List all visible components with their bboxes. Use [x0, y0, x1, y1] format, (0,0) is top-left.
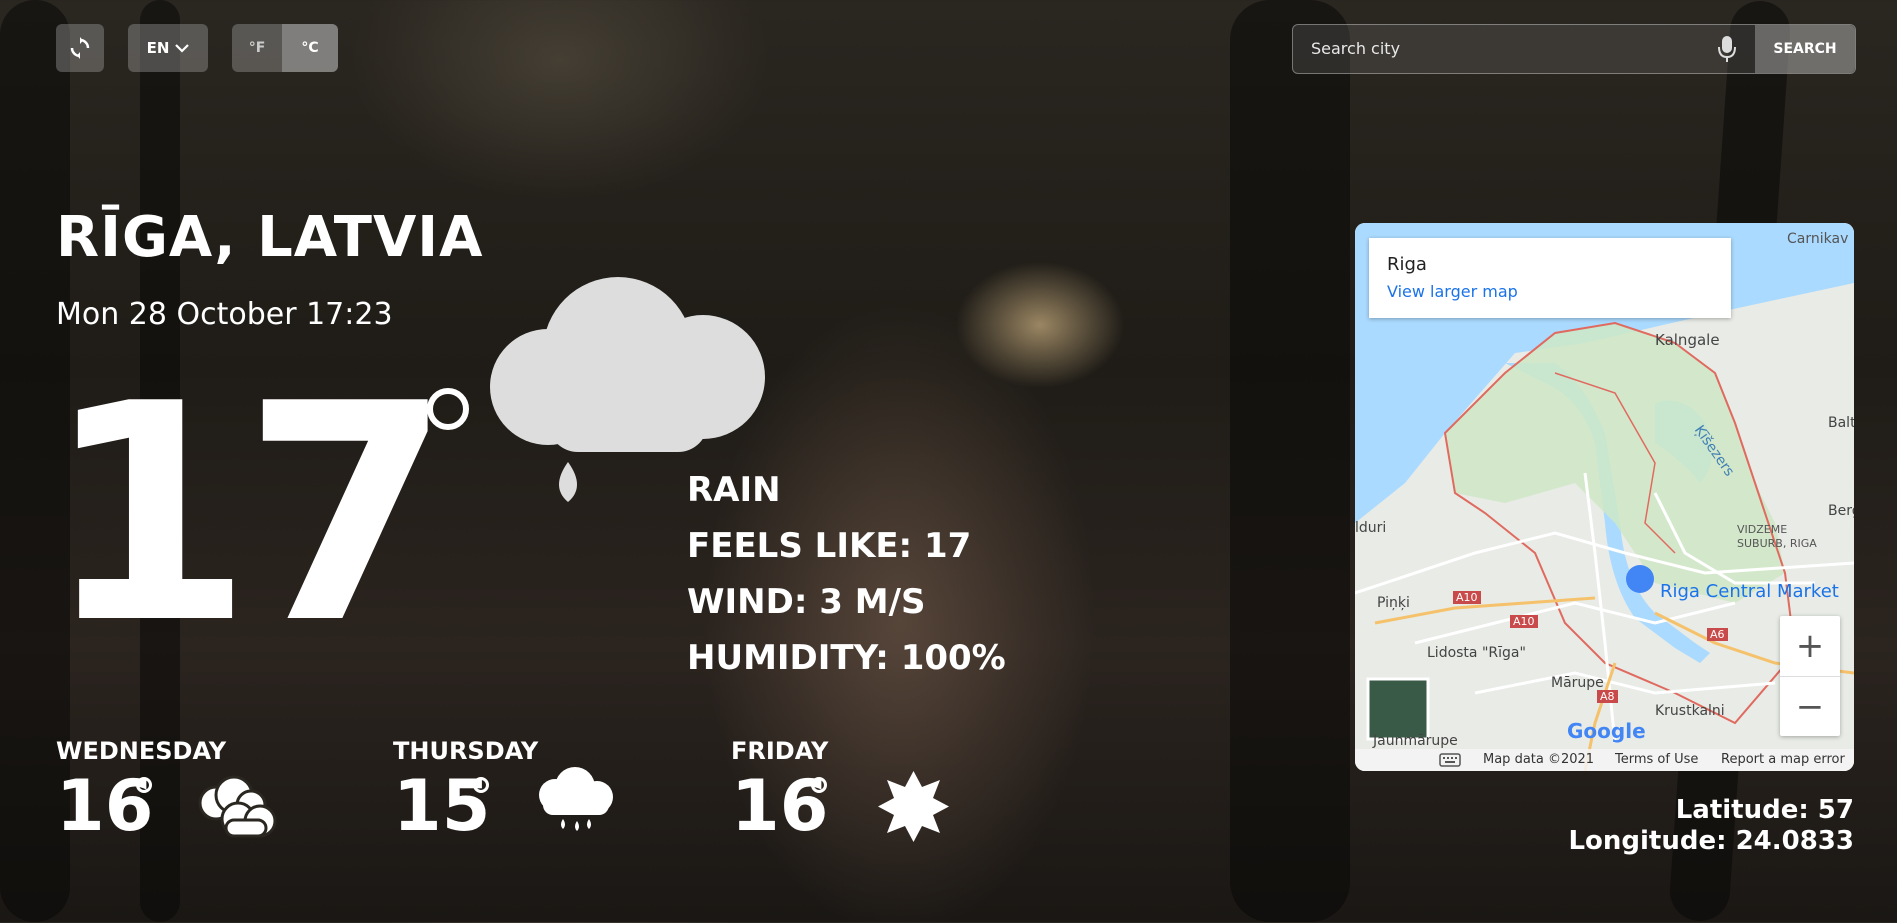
tree-trunk [1230, 0, 1350, 922]
map-label: Riga Central Market [1660, 581, 1839, 602]
map-label: Jaunmārupe [1373, 733, 1458, 749]
celsius-button[interactable]: °C [282, 24, 338, 72]
refresh-button[interactable] [56, 24, 104, 72]
rain-icon [539, 767, 613, 831]
degree-symbol [427, 388, 469, 430]
latitude: Latitude: 57 [1675, 795, 1854, 825]
map-road-label: A8 [1597, 690, 1618, 703]
sun-icon [878, 771, 949, 842]
current-temperature: 17 [44, 340, 451, 689]
zoom-out-button[interactable]: − [1780, 677, 1840, 736]
location-map[interactable]: Riga View larger map Carnikav Kalngale B… [1355, 223, 1854, 771]
celsius-label: °C [301, 40, 319, 56]
current-datetime: Mon 28 October 17:23 [56, 297, 393, 332]
keyboard-icon[interactable] [1439, 753, 1461, 767]
search-bar: Search city SEARCH [1292, 24, 1856, 74]
map-footer: Map data ©2021 Terms of Use Report a map… [1355, 749, 1854, 771]
current-details: RAIN FEELS LIKE: 17 WIND: 3 M/S HUMIDITY… [687, 470, 1006, 694]
report-map-error-link[interactable]: Report a map error [1721, 752, 1845, 767]
map-data-attribution: Map data ©2021 [1483, 752, 1595, 767]
map-road-label: A10 [1453, 591, 1481, 604]
map-label: Kalngale [1655, 331, 1720, 349]
refresh-icon [70, 37, 90, 59]
map-label: Krustkalni [1655, 703, 1725, 719]
forecast-temp: 15 [393, 765, 491, 847]
google-logo: Google [1567, 719, 1646, 743]
partly-cloudy-icon [198, 775, 277, 838]
zoom-in-button[interactable]: + [1780, 616, 1840, 677]
language-select[interactable]: EN [128, 24, 208, 72]
forecast-degree [473, 777, 489, 793]
map-label: lduri [1355, 520, 1387, 536]
terms-of-use-link[interactable]: Terms of Use [1615, 752, 1698, 767]
humidity: HUMIDITY: 100% [687, 638, 1006, 678]
search-button-label: SEARCH [1773, 41, 1837, 57]
forecast-friday: FRIDAY 16 [731, 737, 949, 847]
longitude: Longitude: 24.0833 [1568, 826, 1854, 856]
map-label: Carnikav [1787, 231, 1849, 247]
forecast-day: WEDNESDAY [56, 737, 227, 765]
forecast-degree [811, 777, 827, 793]
map-road-label: A10 [1510, 615, 1538, 628]
map-label: SUBURB, RIGA [1737, 537, 1817, 550]
feels-like: FEELS LIKE: 17 [687, 526, 972, 566]
chevron-down-icon [175, 44, 190, 53]
map-label: Lidosta "Rīga" [1427, 645, 1526, 661]
search-input[interactable]: Search city [1311, 39, 1400, 58]
map-label: Balt [1828, 415, 1854, 431]
map-road-label: A6 [1707, 628, 1728, 641]
fahrenheit-label: °F [248, 40, 266, 56]
unit-toggle: °F °C [232, 24, 338, 72]
map-place-title: Riga [1387, 254, 1427, 275]
microphone-icon[interactable] [1717, 35, 1737, 63]
forecast-degree [136, 777, 152, 793]
wind-speed: WIND: 3 M/S [687, 582, 926, 622]
weather-condition: RAIN [687, 470, 781, 510]
map-label: Berg [1828, 503, 1854, 519]
forecast-day: THURSDAY [393, 737, 539, 765]
map-label: Mārupe [1551, 675, 1604, 691]
view-larger-map-link[interactable]: View larger map [1387, 282, 1518, 301]
search-button[interactable]: SEARCH [1755, 25, 1855, 73]
language-label: EN [146, 39, 170, 57]
map-label: VIDZEME [1737, 523, 1788, 536]
map-info-card: Riga View larger map [1369, 238, 1731, 318]
forecast-wednesday: WEDNESDAY 16 [56, 737, 277, 847]
city-title: RĪGA, LATVIA [56, 205, 484, 270]
zoom-controls: + − [1780, 616, 1840, 736]
fahrenheit-button[interactable]: °F [232, 24, 282, 72]
forecast-thursday: THURSDAY 15 [393, 737, 613, 847]
map-label: Piņķi [1377, 595, 1410, 611]
forecast-day: FRIDAY [731, 737, 829, 765]
